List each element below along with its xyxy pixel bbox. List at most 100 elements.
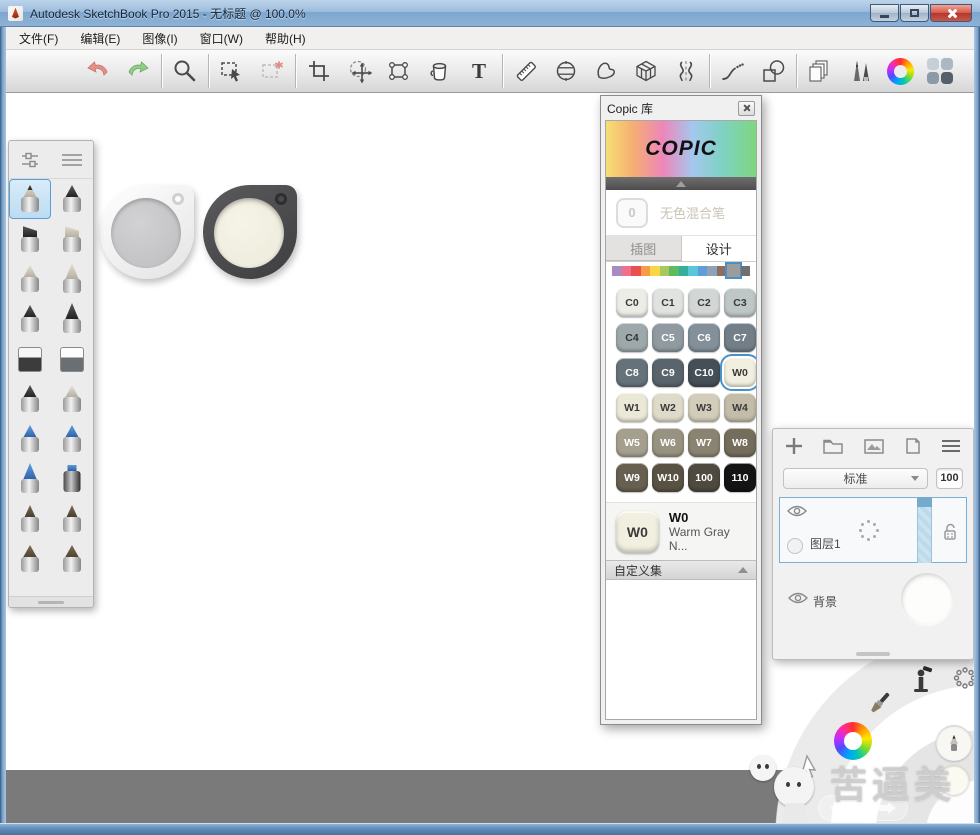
copic-swatch[interactable]: C0 <box>616 288 648 317</box>
layers-panel-resize-handle[interactable] <box>856 652 890 656</box>
copic-swatch[interactable]: W3 <box>688 393 720 422</box>
opacity-field[interactable]: 100 <box>936 468 963 489</box>
copic-close-button[interactable] <box>738 101 755 116</box>
visibility-eye-icon[interactable] <box>788 591 808 610</box>
brush-item-paint-brush[interactable] <box>51 259 93 299</box>
copic-swatch[interactable]: C8 <box>616 358 648 387</box>
brush-item-bristle-large[interactable] <box>9 539 51 579</box>
lagoon-brush-icon[interactable] <box>864 689 894 724</box>
close-button[interactable] <box>930 4 972 22</box>
layer-item-background[interactable]: 背景 <box>779 569 967 631</box>
duplicate-layer-icon[interactable] <box>904 437 922 455</box>
perspective-guide-button[interactable] <box>626 53 666 89</box>
copic-swatch[interactable]: C6 <box>688 323 720 352</box>
brush-panel-resize-handle[interactable] <box>9 596 93 607</box>
copic-swatch[interactable]: C2 <box>688 288 720 317</box>
copic-swatch[interactable]: W7 <box>688 428 720 457</box>
family-swatch[interactable] <box>707 266 717 276</box>
brush-item-silver-marker[interactable] <box>51 379 93 419</box>
copic-panel-titlebar[interactable]: Copic 库 <box>601 96 761 120</box>
copic-swatch[interactable]: W10 <box>652 463 684 492</box>
lagoon-gear-icon[interactable] <box>952 665 974 696</box>
tab-illustration[interactable]: 插图 <box>606 236 682 261</box>
maximize-button[interactable] <box>900 4 929 22</box>
family-swatch[interactable] <box>679 266 689 276</box>
copic-swatch[interactable]: C4 <box>616 323 648 352</box>
family-swatch[interactable] <box>650 266 660 276</box>
symmetry-button[interactable] <box>666 53 706 89</box>
copic-library-button[interactable] <box>920 53 960 89</box>
family-swatch[interactable] <box>612 266 622 276</box>
brush-item-soft-eraser[interactable] <box>51 339 93 379</box>
family-swatch[interactable] <box>660 266 670 276</box>
menu-window[interactable]: 窗口(W) <box>191 27 252 50</box>
menu-edit[interactable]: 编辑(E) <box>71 27 129 50</box>
layer-lock-icon[interactable] <box>942 522 958 546</box>
copic-swatch[interactable]: W2 <box>652 393 684 422</box>
title-bar[interactable]: Autodesk SketchBook Pro 2015 - 无标题 @ 100… <box>0 0 980 27</box>
shapes-tool-button[interactable] <box>753 53 793 89</box>
colorless-blender-row[interactable]: 0 无色混合笔 <box>606 190 756 236</box>
family-swatch[interactable] <box>688 266 698 276</box>
selection-tool-button[interactable] <box>212 53 252 89</box>
family-swatch[interactable] <box>631 266 641 276</box>
lagoon-tools-icon[interactable] <box>906 665 936 704</box>
family-swatch[interactable] <box>622 266 632 276</box>
blend-mode-select[interactable]: 标准 <box>783 468 928 489</box>
tab-design[interactable]: 设计 <box>682 236 757 261</box>
brush-item-flow-brush[interactable] <box>9 419 51 459</box>
copic-swatch[interactable]: C1 <box>652 288 684 317</box>
transform-tool-button[interactable] <box>339 53 379 89</box>
brush-item-bristle-round[interactable] <box>51 499 93 539</box>
layer-scroll-strip[interactable] <box>917 497 932 563</box>
copic-swatch[interactable]: C9 <box>652 358 684 387</box>
family-swatch[interactable] <box>641 266 651 276</box>
ellipse-guide-button[interactable] <box>546 53 586 89</box>
copic-swatch[interactable]: C3 <box>724 288 756 317</box>
copic-swatch[interactable]: W5 <box>616 428 648 457</box>
menu-image[interactable]: 图像(I) <box>133 27 186 50</box>
brush-item-fine-tip[interactable] <box>9 299 51 339</box>
undo-button[interactable] <box>78 53 118 89</box>
redo-button[interactable] <box>118 53 158 89</box>
brush-settings-icon[interactable] <box>19 151 41 169</box>
add-layer-icon[interactable] <box>785 437 803 455</box>
brush-item-glow-brush[interactable] <box>51 419 93 459</box>
color-editor-button[interactable] <box>880 53 920 89</box>
copic-swatch-selected[interactable]: W0 <box>724 358 756 387</box>
brush-item-felt-marker[interactable] <box>9 379 51 419</box>
layer-editor-button[interactable] <box>800 53 840 89</box>
crop-tool-button[interactable] <box>299 53 339 89</box>
steady-stroke-button[interactable] <box>713 53 753 89</box>
minimize-button[interactable] <box>870 4 899 22</box>
brush-list-view-icon[interactable] <box>60 151 84 169</box>
copic-swatch[interactable]: C7 <box>724 323 756 352</box>
brush-item-bristle-small[interactable] <box>9 499 51 539</box>
copic-swatch[interactable]: 110 <box>724 463 756 492</box>
import-image-icon[interactable] <box>863 437 885 455</box>
canvas-area[interactable]: 苦逼美工 <box>6 93 974 823</box>
selected-swatch-preview[interactable]: W0 <box>616 511 659 553</box>
layers-menu-icon[interactable] <box>941 438 961 454</box>
brush-palette-button[interactable] <box>840 53 880 89</box>
custom-set-bar[interactable]: 自定义集 <box>606 560 756 580</box>
brush-item-detail-liner[interactable] <box>51 299 93 339</box>
text-tool-button[interactable]: T <box>459 53 499 89</box>
family-swatch-selected[interactable] <box>727 264 739 277</box>
copic-swatch[interactable]: 100 <box>688 463 720 492</box>
copic-swatch[interactable]: W4 <box>724 393 756 422</box>
brush-item-flat-marker[interactable] <box>51 219 93 259</box>
color-puck[interactable] <box>203 185 297 279</box>
zoom-tool-button[interactable] <box>165 53 205 89</box>
brush-item-bristle-angled[interactable] <box>51 539 93 579</box>
brush-item-hard-eraser[interactable] <box>9 339 51 379</box>
copic-collapse-bar[interactable] <box>606 177 756 190</box>
copic-swatch[interactable]: W8 <box>724 428 756 457</box>
deselect-tool-button[interactable] <box>252 53 292 89</box>
copic-swatch[interactable]: W9 <box>616 463 648 492</box>
french-curve-button[interactable] <box>586 53 626 89</box>
distort-tool-button[interactable] <box>379 53 419 89</box>
family-swatch[interactable] <box>717 266 727 276</box>
copic-swatch[interactable]: W6 <box>652 428 684 457</box>
brush-puck[interactable] <box>100 185 194 279</box>
